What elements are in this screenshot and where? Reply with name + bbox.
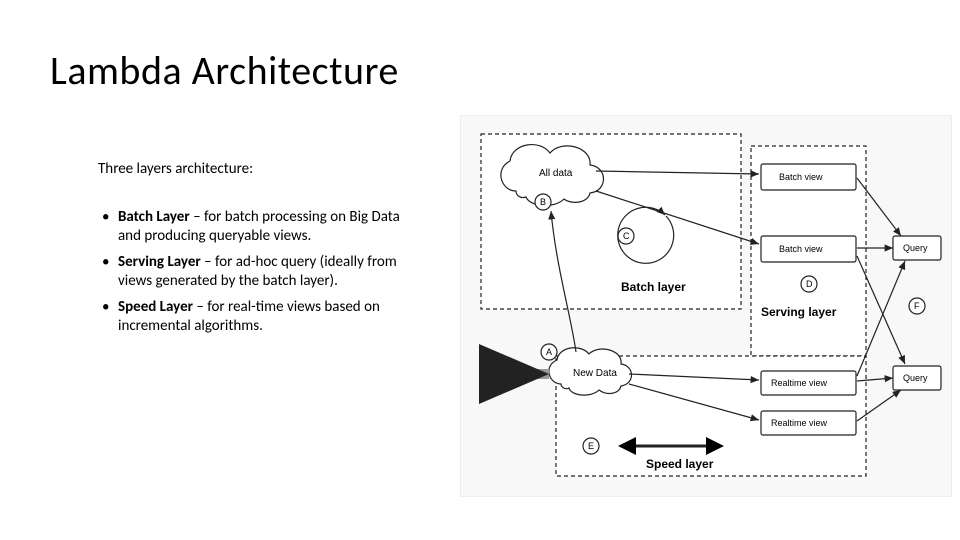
- list-item: Speed Layer – for real-time views based …: [98, 298, 408, 337]
- intro-line: Three layers architecture:: [98, 160, 408, 180]
- svg-text:Realtime view: Realtime view: [771, 418, 828, 428]
- svg-text:C: C: [623, 231, 630, 241]
- svg-text:B: B: [540, 197, 546, 207]
- speed-layer-label: Speed layer: [646, 457, 714, 471]
- slide-title: Lambda Architecture: [50, 46, 399, 95]
- list-item: Batch Layer – for batch processing on Bi…: [98, 208, 408, 247]
- svg-text:F: F: [914, 301, 920, 311]
- list-item: Serving Layer – for ad-hoc query (ideall…: [98, 253, 408, 292]
- svg-text:Query: Query: [903, 373, 928, 383]
- svg-text:Query: Query: [903, 243, 928, 253]
- svg-text:Batch view: Batch view: [779, 244, 823, 254]
- svg-text:A: A: [546, 347, 552, 357]
- all-data-label: All data: [539, 168, 573, 179]
- svg-text:D: D: [806, 279, 813, 289]
- architecture-diagram: All data B C Batch layer Batch view Batc…: [460, 115, 952, 497]
- svg-text:Batch view: Batch view: [779, 172, 823, 182]
- new-data-label: New Data: [573, 368, 617, 379]
- body-text: Three layers architecture: Batch Layer –…: [98, 160, 408, 343]
- batch-layer-label: Batch layer: [621, 280, 686, 294]
- bullet-list: Batch Layer – for batch processing on Bi…: [98, 208, 408, 337]
- svg-text:Realtime view: Realtime view: [771, 378, 828, 388]
- svg-text:E: E: [588, 441, 594, 451]
- slide: Lambda Architecture Three layers archite…: [0, 0, 960, 540]
- serving-layer-label: Serving layer: [761, 305, 837, 319]
